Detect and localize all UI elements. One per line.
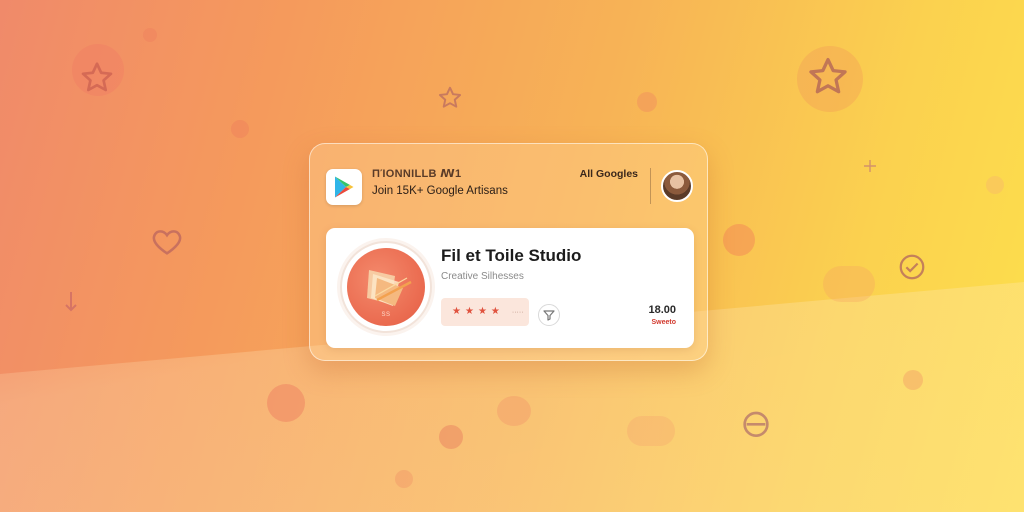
app-subtitle: Creative Silhesses	[441, 271, 524, 282]
bg-blob	[439, 425, 463, 449]
bg-blob	[627, 416, 675, 446]
bg-blob	[823, 266, 875, 302]
header-brand-text: ΠΊONNILLΒ ꟿ1	[372, 168, 462, 180]
bg-blob	[267, 384, 305, 422]
rating-badge[interactable]: ★ ★ ★ ★ ·····	[441, 298, 529, 326]
app-listing-panel: ΠΊONNILLΒ ꟿ1 Join 15K+ Google Artisans A…	[309, 143, 708, 361]
bg-blob	[497, 396, 531, 426]
star-icon: ★	[490, 306, 500, 317]
app-title: Fil et Toile Studio	[441, 246, 582, 265]
bg-blob	[231, 120, 249, 138]
header-divider	[650, 168, 651, 204]
bg-blob	[903, 370, 923, 390]
check-circle-icon	[899, 254, 925, 280]
bg-blob	[723, 224, 755, 256]
arrow-down-icon	[65, 292, 77, 312]
bg-blob	[395, 470, 413, 488]
app-card[interactable]: SS Fil et Toile Studio Creative Silhesse…	[326, 228, 694, 348]
price-note: Sweeto	[651, 319, 676, 326]
star-icon: ★	[464, 306, 474, 317]
bg-blob	[637, 92, 657, 112]
funnel-icon	[543, 310, 555, 321]
star-icon: ★	[452, 306, 461, 317]
header-tagline: Join 15K+ Google Artisans	[372, 185, 508, 197]
play-store-icon[interactable]	[326, 169, 362, 205]
star-outline-icon	[438, 86, 462, 108]
filter-button[interactable]	[538, 304, 560, 326]
star-outline-icon	[81, 62, 113, 92]
paper-swatch-icon: SS	[347, 248, 425, 326]
avatar[interactable]	[661, 170, 693, 202]
price-label: 18.00	[648, 304, 676, 316]
sparkle-star-icon	[809, 57, 847, 94]
app-icon-frame: SS	[340, 241, 432, 333]
sparkle-icon	[864, 160, 876, 172]
bg-blob	[986, 176, 1004, 194]
circle-glyph-icon	[743, 411, 769, 437]
bg-blob	[143, 28, 157, 42]
rating-count: ·····	[511, 308, 524, 316]
app-icon-caption: SS	[381, 312, 391, 318]
star-icon: ★	[477, 306, 487, 317]
heart-outline-icon	[152, 230, 182, 255]
all-googles-link[interactable]: All Googles	[580, 168, 638, 180]
